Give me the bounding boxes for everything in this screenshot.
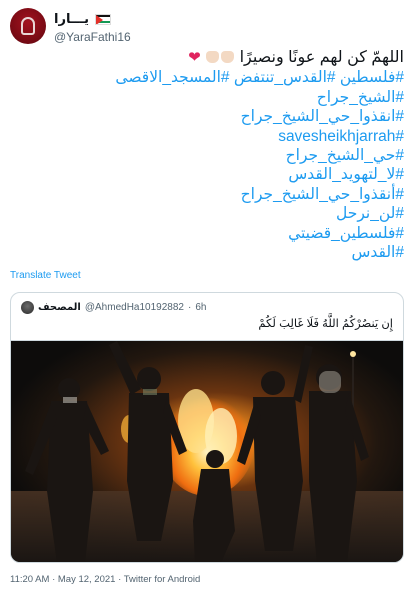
palestine-flag-icon (95, 13, 112, 25)
author-name-row[interactable]: يـــارا (54, 11, 112, 27)
hashtag-line[interactable]: #حي_الشيخ_جراح (10, 146, 404, 165)
quoted-avatar (21, 300, 34, 314)
quoted-handle: @AhmedHa10192882 (84, 301, 184, 313)
hashtag-line[interactable]: #فلسطين_قضيتي (10, 224, 404, 243)
hashtag-line[interactable]: #أنقذوا_حي_الشيخ_جراح (10, 185, 404, 204)
raised-hands-icon (221, 51, 235, 63)
tweet-first-line-text: اللهمّ كن لهم عونًا ونصيرًا (239, 49, 404, 66)
quoted-tweet[interactable]: المصحف @AhmedHa10192882 · 6h إِن يَنصُرْ… (10, 292, 404, 563)
hashtag-line[interactable]: #القدس (10, 243, 404, 262)
tweet-meta: 11:20 AM · May 12, 2021 · Twitter for An… (10, 574, 201, 585)
quoted-time: 6h (195, 301, 207, 313)
raised-hands-icon (206, 51, 220, 63)
red-heart-icon: ❤ (188, 49, 201, 66)
quoted-text: إِن يَنصُرْكُمُ اللَّهُ فَلَا غَالِبَ لَ… (258, 318, 393, 330)
hashtag-line[interactable]: #فلسطين #القدس_تنتفض #المسجد_الاقصى (10, 68, 404, 87)
tweet-first-line: اللهمّ كن لهم عونًا ونصيرًا ❤ (10, 48, 404, 67)
quoted-separator: · (187, 301, 192, 313)
translate-tweet-link[interactable]: Translate Tweet (10, 270, 81, 281)
hashtag-line[interactable]: #savesheikhjarrah (10, 127, 404, 146)
hashtag-line[interactable]: #لا_لتهويد_القدس (10, 165, 404, 184)
quoted-name: المصحف (38, 301, 81, 313)
quoted-photo[interactable] (11, 340, 403, 562)
tweet-text: اللهمّ كن لهم عونًا ونصيرًا ❤ #فلسطين #ا… (10, 48, 404, 262)
hashtag-line[interactable]: #انقذوا_حي_الشيخ_جراح (10, 107, 404, 126)
hashtag-line[interactable]: #الشيخ_جراح (10, 88, 404, 107)
author-avatar[interactable] (10, 8, 46, 44)
author-handle[interactable]: @YaraFathi16 (54, 30, 131, 44)
author-display-name[interactable]: يـــارا (54, 11, 89, 27)
quoted-header: المصحف @AhmedHa10192882 · 6h (21, 300, 206, 314)
hashtag-line[interactable]: #لن_نرحل (10, 204, 404, 223)
tweet-header: يـــارا @YaraFathi16 (10, 8, 404, 48)
